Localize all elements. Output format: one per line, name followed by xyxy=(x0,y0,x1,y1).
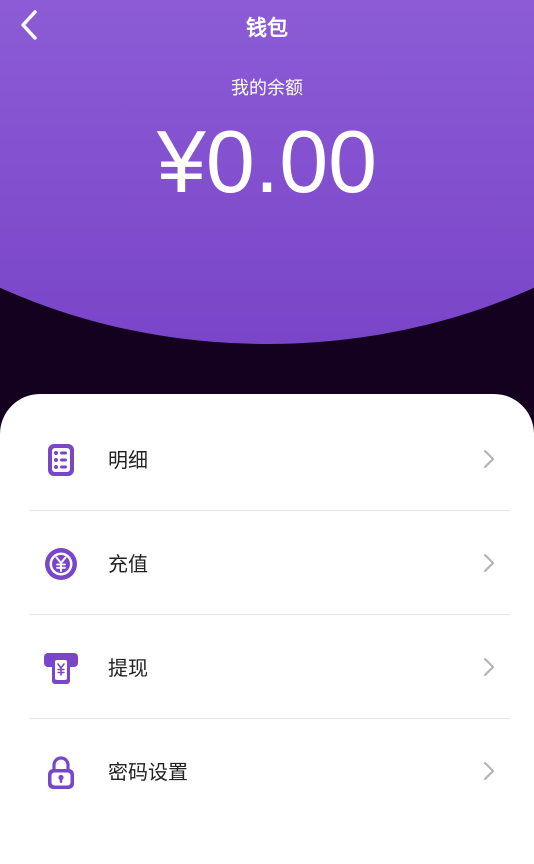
yuan-coin-icon xyxy=(45,548,77,580)
page-title: 钱包 xyxy=(246,16,288,40)
menu-item-withdraw[interactable]: 提现 xyxy=(30,616,510,720)
details-list-icon xyxy=(48,444,74,476)
menu-item-recharge[interactable]: 充值 xyxy=(30,512,510,616)
menu-item-label: 密码设置 xyxy=(108,760,188,784)
withdraw-atm-icon xyxy=(44,653,78,684)
divider xyxy=(30,510,510,511)
balance-label: 我的余额 xyxy=(231,78,303,99)
balance-amount: ¥0.00 xyxy=(156,112,378,211)
menu-item-label: 提现 xyxy=(108,656,148,680)
chevron-right-icon xyxy=(483,553,495,573)
divider xyxy=(30,718,510,719)
menu-item-password-settings[interactable]: 密码设置 xyxy=(30,720,510,824)
lock-icon xyxy=(48,756,74,789)
nav-bar: 钱包 xyxy=(0,0,534,52)
menu-item-details[interactable]: 明细 xyxy=(30,408,510,512)
menu-item-label: 充值 xyxy=(108,552,148,576)
chevron-right-icon xyxy=(483,449,495,469)
divider xyxy=(30,614,510,615)
menu-card: 明细 充值 提现 密码设置 xyxy=(0,394,534,864)
chevron-right-icon xyxy=(483,761,495,781)
chevron-right-icon xyxy=(483,657,495,677)
menu-item-label: 明细 xyxy=(108,448,148,472)
